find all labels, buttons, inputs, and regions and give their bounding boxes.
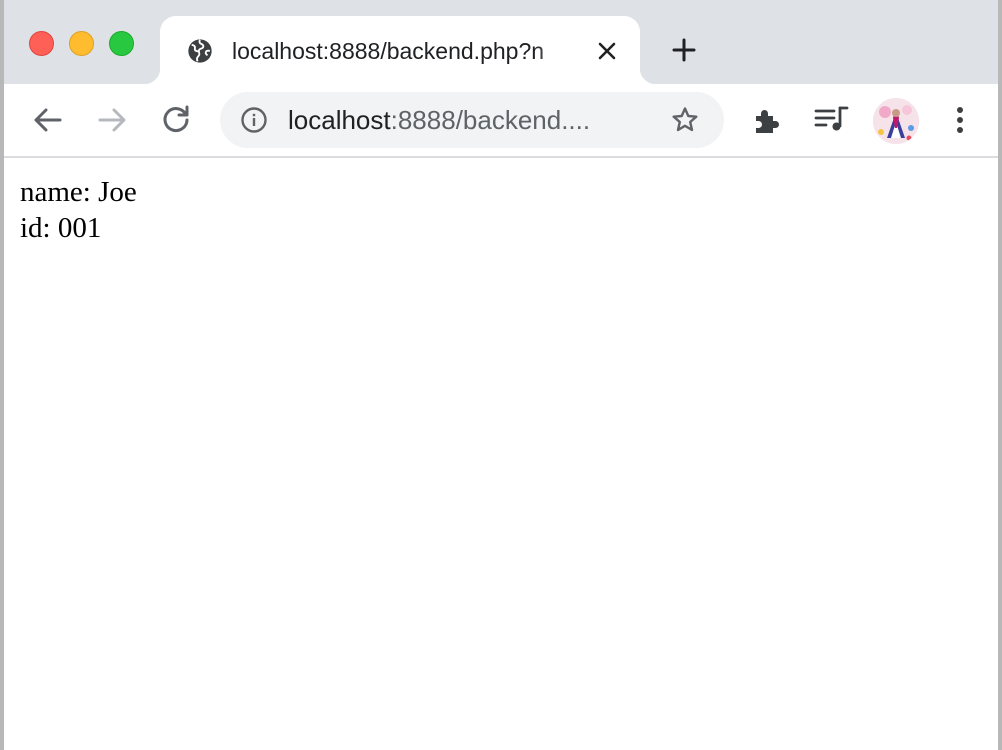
menu-button[interactable] xyxy=(938,98,982,142)
media-queue-icon xyxy=(814,106,849,131)
close-icon[interactable] xyxy=(594,38,620,64)
window-left-edge xyxy=(0,0,4,750)
url-text[interactable]: localhost:8888/backend.... xyxy=(288,104,638,136)
id-line: id: 001 xyxy=(20,212,102,244)
minimize-window-button[interactable] xyxy=(69,31,94,56)
forward-arrow-icon xyxy=(98,108,126,132)
new-tab-button[interactable] xyxy=(668,34,700,66)
star-icon[interactable] xyxy=(670,105,700,135)
name-line: name: Joe xyxy=(20,176,137,208)
maximize-window-button[interactable] xyxy=(109,31,134,56)
page-content: name: Joe id: 001 xyxy=(0,158,1002,750)
avatar-image xyxy=(873,98,919,144)
toolbar: localhost:8888/backend.... xyxy=(0,84,1002,158)
url-rest: :8888/backend.... xyxy=(390,105,591,135)
close-window-button[interactable] xyxy=(29,31,54,56)
puzzle-icon xyxy=(756,110,779,133)
profile-avatar[interactable] xyxy=(873,98,919,144)
back-button[interactable] xyxy=(26,98,70,142)
reload-button[interactable] xyxy=(154,98,198,142)
tab-title: localhost:8888/backend.php?n xyxy=(232,38,545,64)
browser-window: localhost:8888/backend.php?n localhost:8… xyxy=(0,0,1002,750)
back-arrow-icon xyxy=(34,108,62,132)
url-host: localhost xyxy=(288,105,391,135)
reload-icon xyxy=(163,105,189,133)
kebab-menu-icon xyxy=(957,107,963,133)
media-control-button[interactable] xyxy=(810,98,854,142)
address-bar[interactable]: localhost:8888/backend.... xyxy=(220,92,724,148)
info-icon[interactable] xyxy=(240,106,268,134)
forward-button[interactable] xyxy=(90,98,134,142)
tab-active[interactable]: localhost:8888/backend.php?n xyxy=(144,16,656,84)
globe-icon xyxy=(186,37,214,65)
plus-icon xyxy=(672,38,696,62)
window-right-edge xyxy=(998,0,1002,750)
extensions-button[interactable] xyxy=(746,98,790,142)
tab-strip: localhost:8888/backend.php?n xyxy=(0,0,1002,84)
